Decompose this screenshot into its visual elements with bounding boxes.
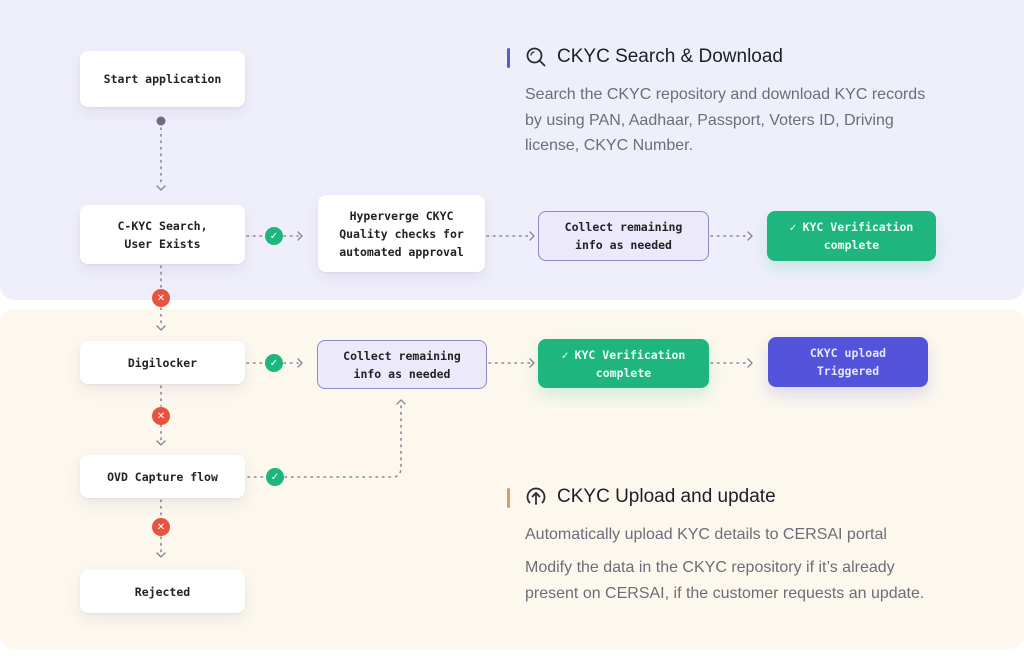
node-label: Quality checks for xyxy=(339,226,464,241)
node-label: Digilocker xyxy=(127,355,198,370)
reject-x-icon: ✕ xyxy=(152,407,170,425)
node-label: Collect remaining xyxy=(564,220,683,234)
section-accent-bar xyxy=(507,48,510,68)
node-digilocker: Digilocker xyxy=(80,341,245,384)
node-label: Start application xyxy=(103,72,222,86)
section-description: Modify the data in the CKYC repository i… xyxy=(525,559,925,602)
node-hyperverge-quality-checks: Hyperverge CKYC Quality checks for autom… xyxy=(318,195,485,272)
node-kyc-verified-top: ✓ KYC Verification complete xyxy=(767,211,936,261)
node-label: complete xyxy=(823,238,880,252)
node-collect-info-bottom: Collect remaining info as needed xyxy=(317,340,487,389)
node-label: Triggered xyxy=(816,364,880,378)
section-title: CKYC Upload and update xyxy=(557,486,776,507)
section-accent-bar xyxy=(507,488,510,508)
section-heading: CKYC Upload and update xyxy=(525,486,776,508)
section-title: CKYC Search & Download xyxy=(557,46,783,67)
node-ckyc-search: C-KYC Search, User Exists xyxy=(80,205,245,264)
success-check-icon: ✓ xyxy=(265,354,283,372)
node-label: ✓ KYC Verification xyxy=(790,218,914,236)
node-label: info as needed xyxy=(353,366,451,381)
node-label: User Exists xyxy=(124,236,201,251)
section-description: Search the CKYC repository and download … xyxy=(525,86,926,154)
node-ovd-capture-flow: OVD Capture flow xyxy=(80,455,245,498)
success-check-icon: ✓ xyxy=(265,227,283,245)
node-collect-info-top: Collect remaining info as needed xyxy=(538,211,709,261)
node-label: CKYC upload xyxy=(809,346,887,360)
upload-update-section: CKYC Upload and update Automatically upl… xyxy=(507,486,947,616)
node-label: complete xyxy=(595,365,652,380)
node-label: C-KYC Search, xyxy=(117,218,208,233)
check-icon: ✓ xyxy=(561,347,569,362)
node-rejected: Rejected xyxy=(80,570,245,613)
node-label: Hyperverge CKYC xyxy=(349,208,454,223)
reject-x-icon: ✕ xyxy=(152,518,170,536)
reject-x-icon: ✕ xyxy=(152,289,170,307)
upload-icon xyxy=(526,487,546,505)
node-start-application: Start application xyxy=(80,51,245,107)
section-heading: CKYC Search & Download xyxy=(525,46,783,68)
search-download-section: CKYC Search & Download Search the CKYC r… xyxy=(507,46,947,166)
node-label: OVD Capture flow xyxy=(107,469,218,484)
node-label: Collect remaining xyxy=(343,348,461,363)
node-label-text: KYC Verification xyxy=(574,347,686,362)
node-label: ✓ KYC Verification xyxy=(562,346,686,364)
success-check-icon: ✓ xyxy=(266,468,284,486)
section-description: Automatically upload KYC details to CERS… xyxy=(525,526,887,543)
search-icon xyxy=(526,47,546,67)
node-ckyc-upload-triggered: CKYC upload Triggered xyxy=(768,337,928,387)
node-label-text: KYC Verification xyxy=(802,220,914,234)
node-kyc-verified-bottom: ✓ KYC Verification complete xyxy=(538,339,709,388)
node-label: automated approval xyxy=(339,244,464,259)
node-label: info as needed xyxy=(575,238,672,252)
check-icon: ✓ xyxy=(789,220,797,234)
node-label: Rejected xyxy=(134,584,191,599)
